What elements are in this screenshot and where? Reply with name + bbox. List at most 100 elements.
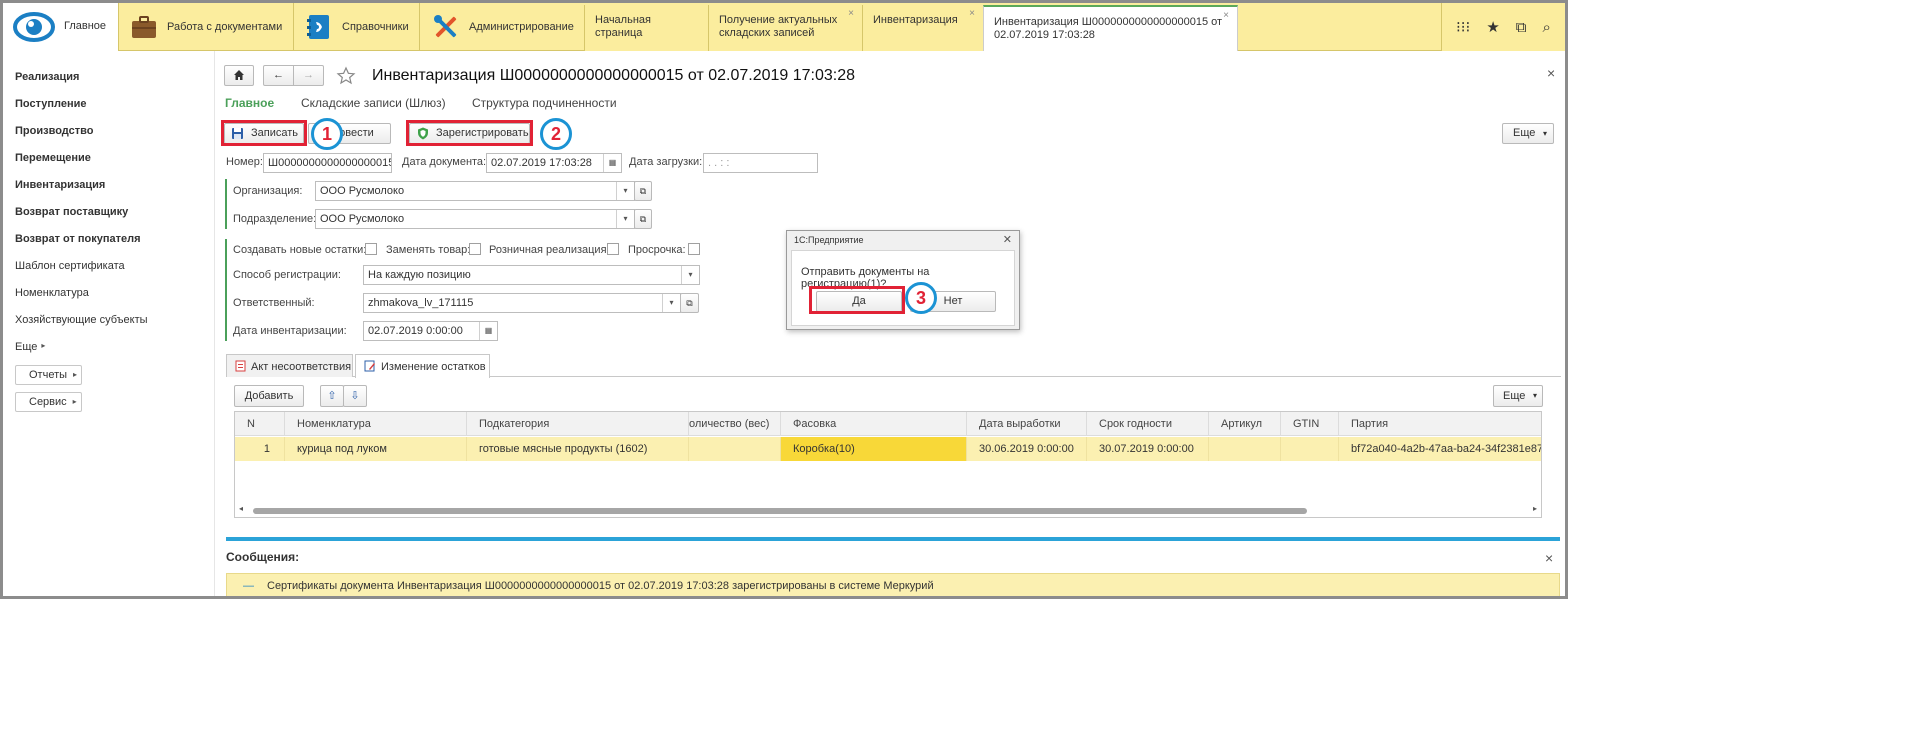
reg-method-select[interactable]: На каждую позицию ▾ (363, 265, 700, 285)
dialog-title: 1С:Предприятие (794, 235, 864, 245)
phonebook-icon (307, 15, 329, 39)
open-organization-icon[interactable]: ⧉ (634, 181, 652, 201)
retail-checkbox[interactable] (607, 243, 619, 255)
service-button[interactable]: Сервис (15, 392, 82, 412)
horizontal-scrollbar[interactable]: ◂ ▸ (239, 504, 1537, 516)
sidebar-item-production[interactable]: Производство (15, 125, 93, 137)
tab-close-icon[interactable]: × (848, 7, 854, 20)
section-documents[interactable]: Работа с документами (129, 3, 282, 51)
scroll-left-icon[interactable]: ◂ (239, 504, 243, 513)
sidebar: Реализация Поступление Производство Пере… (3, 51, 215, 596)
tab-inventory-list[interactable]: Инвентаризация × (862, 5, 983, 51)
sidebar-item-nomenclature[interactable]: Номенклатура (15, 287, 89, 299)
stock-changes-table: N Номенклатура Подкатегория оличество (в… (234, 411, 1542, 518)
section-admin[interactable]: Администрирование (431, 3, 574, 51)
tab-stock-changes[interactable]: Изменение остатков (355, 354, 490, 378)
replace-goods-label: Заменять товар: (386, 244, 471, 256)
number-field[interactable]: Ш0000000000000000015 (263, 153, 392, 173)
inv-date-label: Дата инвентаризации: (233, 325, 347, 337)
sidebar-item-receipt[interactable]: Поступление (15, 98, 87, 110)
column-header[interactable]: Фасовка (781, 412, 967, 436)
briefcase-icon (132, 16, 156, 38)
more-actions-button[interactable]: Еще ▾ (1502, 123, 1554, 144)
home-section[interactable]: Главное (3, 3, 119, 51)
message-item[interactable]: — Сертификаты документа Инвентаризация Ш… (226, 573, 1560, 596)
home-button[interactable] (224, 65, 254, 86)
forward-button[interactable]: → (293, 65, 324, 86)
sidebar-item-inventory[interactable]: Инвентаризация (15, 179, 105, 191)
dialog-close-icon[interactable]: ✕ (1003, 233, 1012, 246)
table-cell (1209, 437, 1281, 461)
table-cell-selected[interactable]: Коробка(10) (781, 437, 967, 461)
tab-inventory-document[interactable]: Инвентаризация Ш0000000000000000015 от 0… (983, 5, 1238, 51)
scroll-right-icon[interactable]: ▸ (1533, 504, 1537, 513)
star-icon[interactable]: ★ (1486, 18, 1499, 36)
column-header[interactable]: Подкатегория (467, 412, 689, 436)
column-header[interactable]: Партия (1339, 412, 1541, 436)
inv-date-field[interactable]: 02.07.2019 0:00:00 ▦ (363, 321, 498, 341)
tab-start-page[interactable]: Начальная страница (584, 5, 708, 51)
sidebar-item-sales[interactable]: Реализация (15, 71, 79, 83)
column-header[interactable]: Срок годности (1087, 412, 1209, 436)
tools-icon (434, 15, 457, 38)
sidebar-item-return-supplier[interactable]: Возврат поставщику (15, 206, 128, 218)
open-department-icon[interactable]: ⧉ (634, 209, 652, 229)
sidebar-item-transfer[interactable]: Перемещение (15, 152, 91, 164)
grid-icon[interactable]: ⁝⁝⁝ (1456, 18, 1470, 36)
scroll-thumb[interactable] (253, 508, 1307, 514)
move-down-button[interactable]: ⇩ (343, 385, 367, 407)
tab-get-records[interactable]: Получение актуальных складских записей × (708, 5, 862, 51)
column-header[interactable]: GTIN (1281, 412, 1339, 436)
sidebar-more[interactable]: Еще (15, 341, 49, 353)
organization-label: Организация: (233, 185, 303, 197)
column-header[interactable]: Дата выработки (967, 412, 1087, 436)
replace-goods-checkbox[interactable] (469, 243, 481, 255)
close-form-icon[interactable]: × (1547, 65, 1555, 81)
arrow-right-icon: → (303, 69, 314, 81)
calendar-icon[interactable]: ▦ (479, 322, 497, 340)
chevron-down-icon[interactable]: ▾ (616, 210, 634, 228)
load-date-field[interactable]: . . : : (703, 153, 818, 173)
favorite-star-icon[interactable] (336, 66, 356, 86)
section-admin-label: Администрирование (469, 21, 574, 33)
chevron-down-icon[interactable]: ▾ (662, 294, 680, 312)
chevron-down-icon[interactable]: ▾ (616, 182, 634, 200)
responsible-field[interactable]: zhmakova_lv_171115 ▾ (363, 293, 681, 313)
nav-subordination[interactable]: Структура подчиненности (472, 96, 617, 110)
open-responsible-icon[interactable]: ⧉ (680, 293, 699, 313)
reports-button[interactable]: Отчеты (15, 365, 83, 385)
tab-close-icon[interactable]: × (969, 7, 975, 20)
column-header[interactable]: Номенклатура (285, 412, 467, 436)
number-label: Номер: (226, 156, 263, 168)
doc-date-field[interactable]: 02.07.2019 17:03:28 ▦ (486, 153, 622, 173)
move-up-button[interactable]: ⇧ (320, 385, 344, 407)
tab-close-icon[interactable]: × (1223, 9, 1229, 22)
create-stock-checkbox[interactable] (365, 243, 377, 255)
calendar-icon[interactable]: ▦ (603, 154, 621, 172)
table-more-button[interactable]: Еще ▾ (1493, 385, 1543, 407)
retail-label: Розничная реализация: (489, 244, 610, 256)
tab-mismatch-act[interactable]: Акт несоответствия (226, 354, 353, 377)
organization-field[interactable]: ООО Русмолоко ▾ (315, 181, 635, 201)
column-header[interactable]: оличество (вес) (689, 412, 781, 436)
overdue-checkbox[interactable] (688, 243, 700, 255)
table-cell (1281, 437, 1339, 461)
close-messages-icon[interactable]: × (1545, 550, 1553, 566)
table-cell: 30.07.2019 0:00:00 (1087, 437, 1209, 461)
nav-main[interactable]: Главное (225, 96, 274, 110)
table-row[interactable]: 1 курица под луком готовые мясные продук… (235, 437, 1541, 461)
copy-window-icon[interactable]: ⧉ (1516, 19, 1527, 36)
chevron-down-icon[interactable]: ▾ (681, 266, 699, 284)
column-header[interactable]: N (235, 412, 285, 436)
department-field[interactable]: ООО Русмолоко ▾ (315, 209, 635, 229)
column-header[interactable]: Артикул (1209, 412, 1281, 436)
search-icon[interactable]: ⌕ (1543, 19, 1551, 36)
section-catalogs[interactable]: Справочники (304, 3, 409, 51)
add-row-button[interactable]: Добавить (234, 385, 304, 407)
nav-warehouse-records[interactable]: Складские записи (Шлюз) (301, 96, 446, 110)
collapse-icon[interactable]: — (243, 574, 254, 596)
sidebar-item-cert-template[interactable]: Шаблон сертификата (15, 260, 125, 272)
back-button[interactable]: ← (263, 65, 294, 86)
sidebar-item-return-customer[interactable]: Возврат от покупателя (15, 233, 141, 245)
sidebar-item-entities[interactable]: Хозяйствующие субъекты (15, 314, 148, 326)
